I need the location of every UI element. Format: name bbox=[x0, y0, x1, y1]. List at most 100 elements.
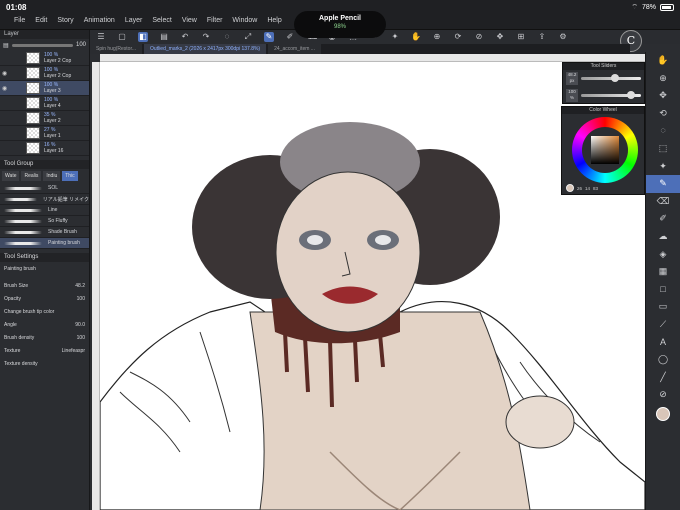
zoom-icon[interactable]: ⊕ bbox=[432, 32, 442, 42]
layer-opacity-control[interactable]: ▤ 100 bbox=[0, 39, 89, 51]
menu-file[interactable]: File bbox=[14, 17, 25, 24]
size-slider-row[interactable]: 48.2 px bbox=[563, 70, 644, 87]
opacity-slider-row[interactable]: 100% bbox=[563, 87, 644, 104]
lasso-icon[interactable]: ◌ bbox=[222, 32, 232, 42]
menu-story[interactable]: Story bbox=[57, 17, 73, 24]
layer-thumbnail bbox=[26, 82, 40, 94]
blend-mode-icon[interactable]: ▤ bbox=[3, 42, 9, 49]
layer-row[interactable]: 27 % Layer 1 bbox=[0, 126, 89, 141]
grid-icon[interactable]: ⊞ bbox=[516, 32, 526, 42]
layer-name: Layer 2 bbox=[44, 118, 61, 124]
battery-percent: 78% bbox=[641, 4, 656, 11]
rotate-icon[interactable]: ⟳ bbox=[453, 32, 463, 42]
lasso-icon[interactable]: ◌ bbox=[646, 122, 680, 140]
doc-tab-3[interactable]: 24_accom_item ... bbox=[268, 44, 321, 54]
layer-row[interactable]: 35 % Layer 2 bbox=[0, 111, 89, 126]
visibility-eye-icon[interactable]: ◉ bbox=[2, 70, 7, 77]
ruler-icon[interactable]: ⟋ bbox=[646, 316, 680, 334]
transform-icon[interactable]: ⤢ bbox=[243, 32, 253, 42]
subtool-tab-watercolor[interactable]: Wate bbox=[2, 171, 20, 181]
menu-select[interactable]: Select bbox=[152, 17, 171, 24]
prop-brush-size[interactable]: Brush Size 48.2 bbox=[0, 279, 89, 292]
layer-row-selected[interactable]: ◉ 100 % Layer 3 bbox=[0, 81, 89, 96]
menu-layer[interactable]: Layer bbox=[125, 17, 143, 24]
menu-filter[interactable]: Filter bbox=[207, 17, 223, 24]
brush-item[interactable]: SOL bbox=[0, 183, 89, 194]
wand-icon[interactable]: ✦ bbox=[646, 158, 680, 176]
subtool-tab-india-ink[interactable]: Indiu bbox=[43, 171, 61, 181]
move-icon[interactable]: ✥ bbox=[495, 32, 505, 42]
layer-thumbnail bbox=[26, 52, 40, 64]
brush-icon[interactable]: ✐ bbox=[285, 32, 295, 42]
prop-angle[interactable]: Angle 90.0 bbox=[0, 318, 89, 331]
layer-opacity-slider[interactable] bbox=[11, 43, 73, 47]
prop-brush-density[interactable]: Brush density 100 bbox=[0, 331, 89, 344]
hand-icon[interactable]: ✋ bbox=[411, 32, 421, 42]
prop-texture-density[interactable]: Texture density bbox=[0, 357, 89, 370]
eraser-icon[interactable]: ⌫ bbox=[646, 193, 680, 211]
brush-item[interactable]: Line bbox=[0, 205, 89, 216]
menu-edit[interactable]: Edit bbox=[35, 17, 47, 24]
share-icon[interactable]: ⇪ bbox=[537, 32, 547, 42]
current-color-swatch[interactable] bbox=[566, 184, 574, 192]
pen-icon[interactable]: ✎ bbox=[646, 175, 680, 193]
move-icon[interactable]: ✥ bbox=[646, 87, 680, 105]
subtool-tab-thick[interactable]: Thic bbox=[62, 171, 78, 181]
menu-items: File Edit Story Animation Layer Select V… bbox=[14, 17, 282, 24]
doc-tab-1[interactable]: Spin hug(Restor... bbox=[90, 44, 143, 54]
size-slider-knob[interactable] bbox=[611, 74, 619, 82]
visibility-eye-icon[interactable]: ◉ bbox=[2, 85, 7, 92]
opacity-slider-knob[interactable] bbox=[627, 91, 635, 99]
open-icon[interactable]: ◧ bbox=[138, 32, 148, 42]
brush-item[interactable]: So Fluffy bbox=[0, 216, 89, 227]
pen-icon[interactable]: ✎ bbox=[264, 32, 274, 42]
layer-panel-title: Layer bbox=[0, 30, 89, 39]
frame-icon[interactable]: ▭ bbox=[646, 298, 680, 316]
menu-window[interactable]: Window bbox=[232, 17, 257, 24]
eyedropper-icon[interactable]: ⊘ bbox=[474, 32, 484, 42]
main-color-swatch[interactable] bbox=[656, 406, 670, 421]
gradient-icon[interactable]: ▦ bbox=[646, 263, 680, 281]
save-icon[interactable]: ▤ bbox=[159, 32, 169, 42]
undo-icon[interactable]: ↶ bbox=[180, 32, 190, 42]
balloon-icon[interactable]: ◯ bbox=[646, 351, 680, 369]
shape-icon[interactable]: □ bbox=[646, 281, 680, 299]
brush-item-selected[interactable]: Painting brush bbox=[0, 238, 89, 249]
menu-icon[interactable]: ☰ bbox=[96, 32, 106, 42]
text-icon[interactable]: A bbox=[646, 334, 680, 352]
settings-icon[interactable]: ⚙ bbox=[558, 32, 568, 42]
blend-icon[interactable]: ☁ bbox=[646, 228, 680, 246]
rotate-icon[interactable]: ⟲ bbox=[646, 105, 680, 123]
doc-tab-2[interactable]: Outlied_marks_2 (2026 x 2417px 300dpi 13… bbox=[144, 44, 267, 54]
hand-icon[interactable]: ✋ bbox=[646, 52, 680, 70]
saturation-value-square[interactable] bbox=[591, 136, 619, 164]
pencil-popup-title: Apple Pencil bbox=[318, 15, 361, 22]
wand-icon[interactable]: ✦ bbox=[390, 32, 400, 42]
prop-texture[interactable]: Texture Linefeaspr bbox=[0, 344, 89, 357]
wifi-icon: ⌔ bbox=[631, 4, 638, 11]
brush-item[interactable]: Shade Brush bbox=[0, 227, 89, 238]
size-slider[interactable] bbox=[581, 74, 641, 82]
redo-icon[interactable]: ↷ bbox=[201, 32, 211, 42]
line-icon[interactable]: ╱ bbox=[646, 369, 680, 387]
brush-icon[interactable]: ✐ bbox=[646, 210, 680, 228]
menu-animation[interactable]: Animation bbox=[84, 17, 115, 24]
zoom-icon[interactable]: ⊕ bbox=[646, 70, 680, 88]
layer-row[interactable]: ◉ 100 % Layer 2 Cop bbox=[0, 66, 89, 81]
menu-help[interactable]: Help bbox=[267, 17, 281, 24]
subtool-tab-realistic[interactable]: Realis bbox=[21, 171, 42, 181]
fill-icon[interactable]: ◈ bbox=[646, 246, 680, 264]
menu-view[interactable]: View bbox=[182, 17, 197, 24]
hue-ring[interactable] bbox=[572, 117, 638, 183]
prop-opacity[interactable]: Opacity 100 bbox=[0, 292, 89, 305]
eyedropper-icon[interactable]: ⊘ bbox=[646, 386, 680, 404]
select-icon[interactable]: ⬚ bbox=[646, 140, 680, 158]
brush-name: リアル鉛筆 リメイク bbox=[42, 196, 89, 203]
opacity-slider[interactable] bbox=[581, 91, 641, 99]
brush-item[interactable]: リアル鉛筆 リメイク bbox=[0, 194, 89, 205]
layer-row[interactable]: 100 % Layer 4 bbox=[0, 96, 89, 111]
layer-row[interactable]: 100 % Layer 2 Cop bbox=[0, 51, 89, 66]
prop-change-tip-color[interactable]: Change brush tip color bbox=[0, 305, 89, 318]
new-icon[interactable]: ▢ bbox=[117, 32, 127, 42]
layer-row[interactable]: 16 % Layer 16 bbox=[0, 141, 89, 156]
